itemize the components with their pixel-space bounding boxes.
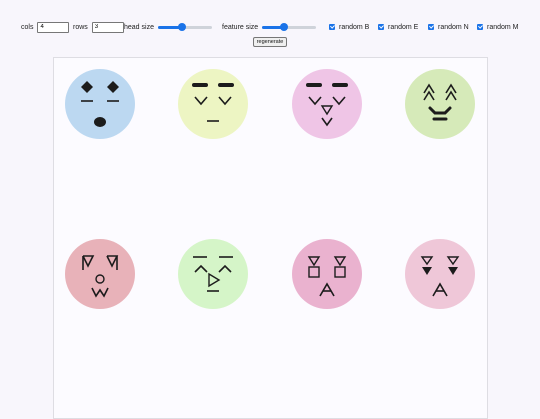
face-3 — [292, 69, 362, 139]
cols-input[interactable] — [37, 21, 70, 33]
controls-bar: cols rows head size feature size random … — [0, 20, 540, 34]
face-2 — [178, 69, 248, 139]
random-m-label: random M — [487, 23, 519, 31]
face-8 — [405, 239, 475, 309]
random-n-control[interactable]: random N — [428, 20, 469, 34]
face-5 — [65, 239, 135, 309]
regenerate-button[interactable]: regenerate — [253, 37, 287, 47]
face-4 — [405, 69, 475, 139]
head-size-control: head size — [124, 20, 212, 34]
rows-control: rows — [73, 20, 124, 34]
slider-thumb[interactable] — [178, 23, 187, 31]
head-size-slider[interactable] — [157, 23, 212, 31]
random-e-control[interactable]: random E — [378, 20, 418, 34]
random-b-label: random B — [339, 23, 370, 31]
feature-size-label: feature size — [222, 23, 259, 31]
face-6 — [178, 239, 248, 309]
random-b-control[interactable]: random B — [329, 20, 369, 34]
random-b-checkbox[interactable] — [329, 24, 335, 30]
face-7 — [292, 239, 362, 309]
random-m-control[interactable]: random M — [477, 20, 519, 34]
feature-size-control: feature size — [222, 20, 317, 34]
rows-label: rows — [73, 23, 88, 31]
random-e-label: random E — [388, 23, 419, 31]
rows-input[interactable] — [91, 21, 124, 33]
random-e-checkbox[interactable] — [378, 24, 384, 30]
random-n-checkbox[interactable] — [428, 24, 434, 30]
feature-size-slider[interactable] — [262, 23, 317, 31]
cols-label: cols — [21, 23, 34, 31]
random-m-checkbox[interactable] — [477, 24, 483, 30]
random-n-label: random N — [438, 23, 469, 31]
cols-control: cols — [21, 20, 70, 34]
face-1 — [65, 69, 135, 139]
head-size-label: head size — [124, 23, 154, 31]
slider-thumb[interactable] — [279, 23, 288, 31]
